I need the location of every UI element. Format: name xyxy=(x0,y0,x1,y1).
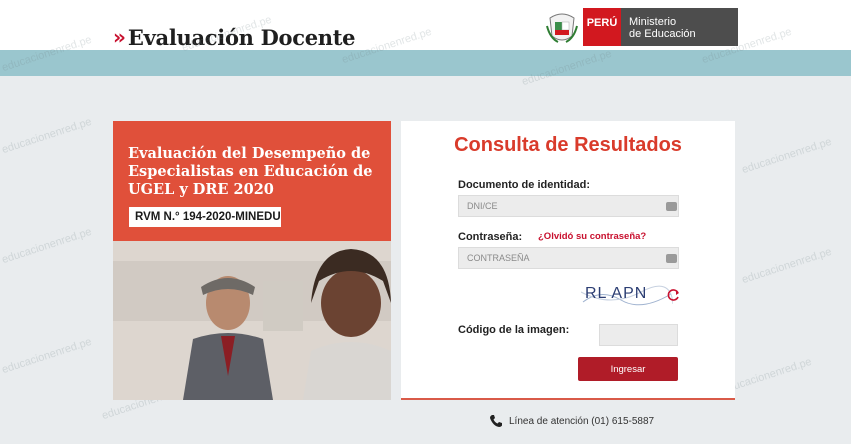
peru-logo: PERÚ xyxy=(583,8,621,46)
watermark: educacionenred.pe xyxy=(740,245,834,287)
helpline-text: Línea de atención (01) 615-5887 xyxy=(509,415,655,427)
refresh-captcha-icon[interactable] xyxy=(667,288,681,302)
promo-title: Evaluación del Desempeño de Especialista… xyxy=(128,145,373,198)
coat-of-arms-icon xyxy=(546,13,578,43)
watermark: educacionenred.pe xyxy=(0,225,94,267)
watermark: educacionenred.pe xyxy=(0,115,94,157)
submit-button[interactable]: Ingresar xyxy=(578,357,678,381)
password-label: Contraseña: xyxy=(458,231,523,243)
watermark: educacionenred.pe xyxy=(0,335,94,377)
document-label: Documento de identidad: xyxy=(458,179,590,191)
document-input[interactable] xyxy=(458,195,679,217)
captcha-code-label: Código de la imagen: xyxy=(458,324,570,336)
brand-chevron-icon: » xyxy=(113,25,126,49)
forgot-password-link[interactable]: ¿Olvidó su contraseña? xyxy=(538,231,646,242)
brand-title: Evaluación Docente xyxy=(127,24,356,50)
password-input[interactable] xyxy=(458,247,679,269)
promo-resolution-badge: RVM N.° 194-2020-MINEDU xyxy=(129,207,281,227)
keyboard-icon[interactable] xyxy=(666,254,677,263)
form-title: Consulta de Resultados xyxy=(454,134,682,156)
login-card: Consulta de Resultados Documento de iden… xyxy=(401,121,735,400)
keyboard-icon[interactable] xyxy=(666,202,677,211)
card-divider xyxy=(401,398,735,400)
header-band xyxy=(0,50,851,76)
promo-photo xyxy=(113,241,391,400)
ministry-line2: de Educación xyxy=(629,28,696,40)
watermark: educacionenred.pe xyxy=(740,135,834,177)
helpline: Línea de atención (01) 615-5887 xyxy=(489,414,654,428)
promo-panel: Evaluación del Desempeño de Especialista… xyxy=(113,121,391,400)
captcha-image: RL APN xyxy=(581,280,673,312)
ministry-line1: Ministerio xyxy=(629,16,677,28)
captcha-code-input[interactable] xyxy=(599,324,678,346)
captcha-text: RL APN xyxy=(585,285,648,302)
ministry-logo: Ministerio de Educación xyxy=(621,8,738,46)
phone-icon xyxy=(490,415,502,427)
brand-logo[interactable]: » Evaluación Docente xyxy=(113,22,356,52)
header-bar: » Evaluación Docente PERÚ Ministerio de … xyxy=(0,0,851,50)
